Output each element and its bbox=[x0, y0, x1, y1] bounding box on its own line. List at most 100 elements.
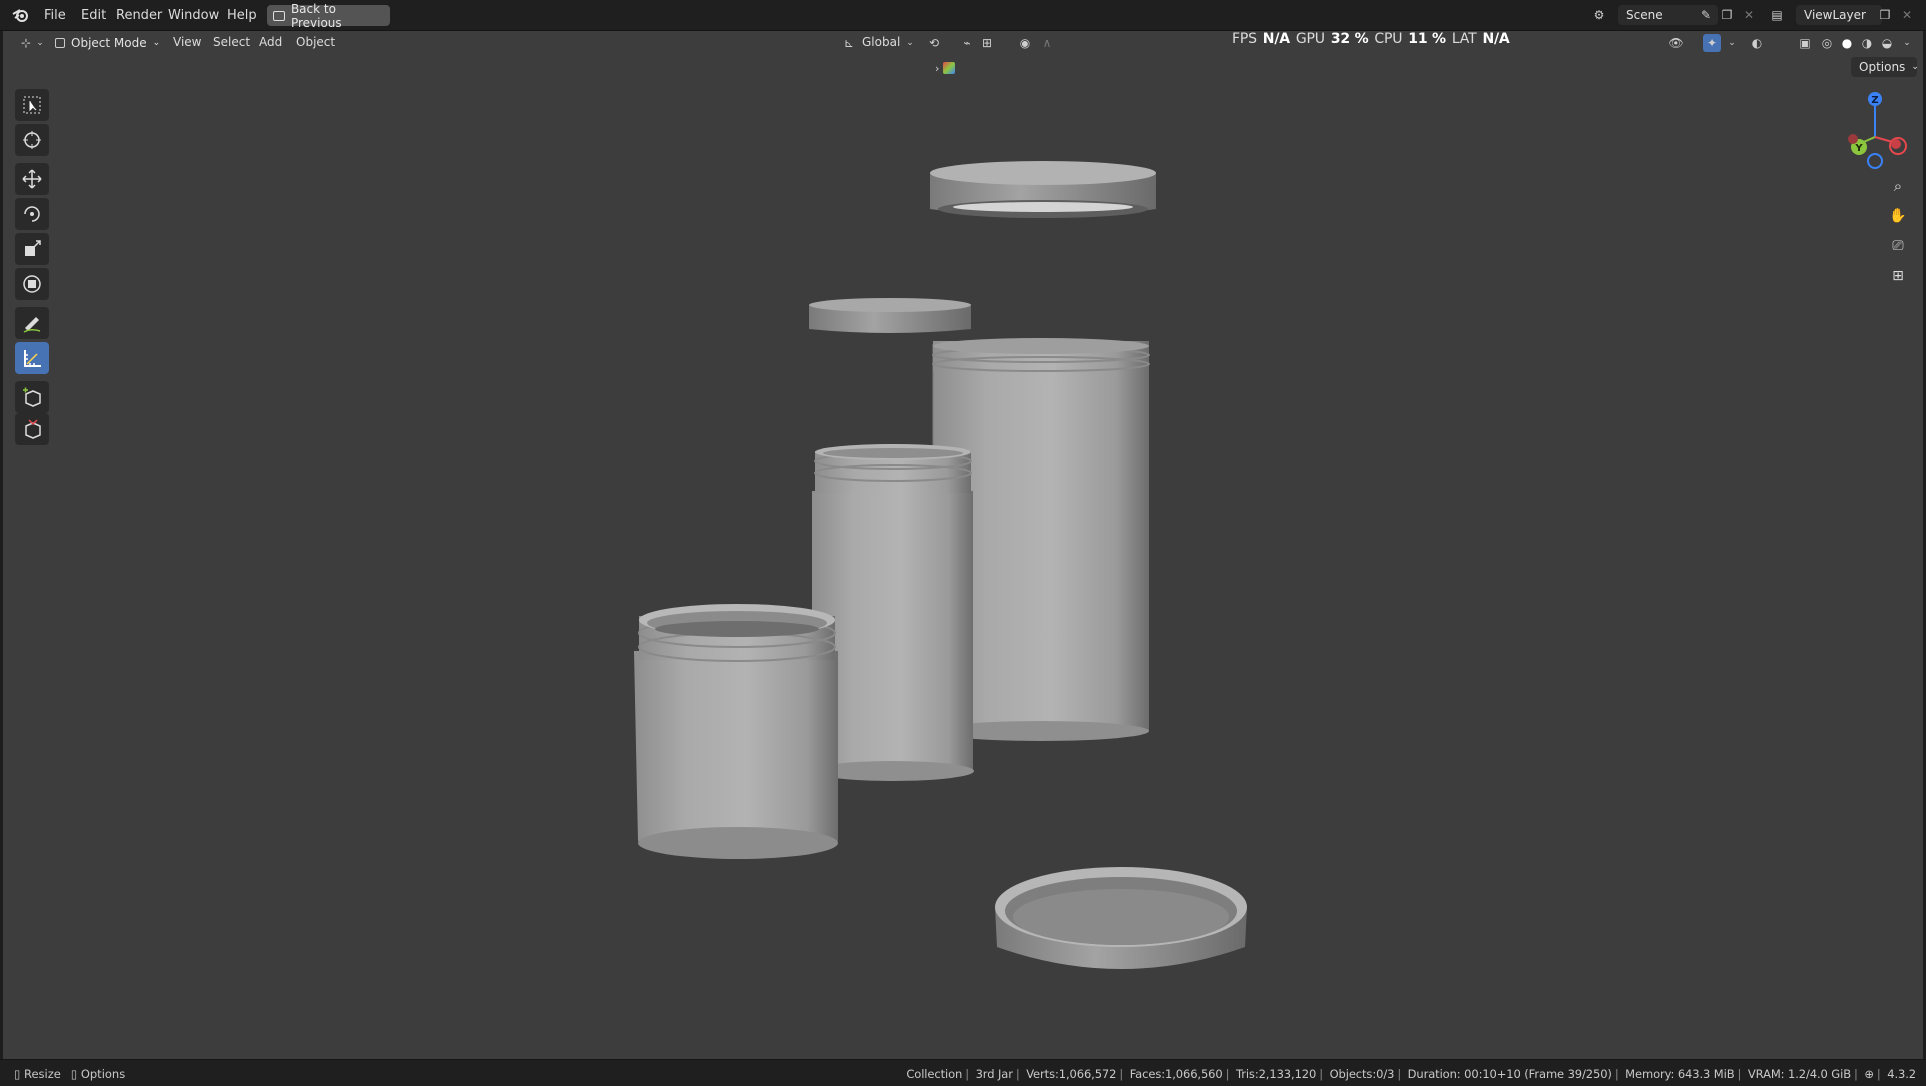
transform-tool[interactable] bbox=[15, 268, 49, 300]
object-mode-dropdown[interactable]: Object Mode ⌄ bbox=[51, 33, 163, 52]
chevron-down-icon[interactable]: ⌄ bbox=[1723, 34, 1741, 52]
wireframe-shading-icon[interactable]: ◎ bbox=[1818, 34, 1836, 52]
gizmo-toggle-icon[interactable]: ✦ bbox=[1703, 34, 1721, 52]
snap-icon[interactable]: ⌁ bbox=[958, 34, 976, 52]
cpu-label: CPU bbox=[1374, 31, 1403, 47]
back-to-previous-button[interactable]: Back to Previous bbox=[267, 2, 390, 30]
delete-scene-icon[interactable]: ✕ bbox=[1740, 6, 1758, 24]
back-to-previous-label: Back to Previous bbox=[290, 1, 342, 30]
cursor-tool[interactable] bbox=[15, 124, 49, 156]
snap-target-icon[interactable]: ⊞ bbox=[978, 34, 996, 52]
faces-count: Faces:1,066,560 bbox=[1129, 1067, 1223, 1081]
pivot-point-icon[interactable]: ⟲ bbox=[925, 34, 943, 52]
grid-icon: ⊞ bbox=[1892, 268, 1904, 284]
tall-lid[interactable] bbox=[930, 161, 1156, 218]
svg-text:Z: Z bbox=[1871, 95, 1878, 106]
menu-file[interactable]: File bbox=[38, 6, 72, 25]
collection-toggle[interactable]: › bbox=[935, 59, 967, 77]
rendered-shading-icon[interactable]: ◒ bbox=[1878, 34, 1896, 52]
small-jar[interactable] bbox=[634, 604, 838, 859]
menu-render[interactable]: Render bbox=[110, 6, 168, 25]
zoom-button[interactable]: ⌕ bbox=[1885, 173, 1911, 199]
move-tool[interactable] bbox=[15, 163, 49, 195]
menu-edit[interactable]: Edit bbox=[75, 6, 112, 25]
cpu-value: 11 % bbox=[1408, 31, 1446, 47]
mouse-icon: ▯ bbox=[14, 1067, 24, 1081]
material-shading-icon[interactable]: ◑ bbox=[1858, 34, 1876, 52]
solid-shading-icon[interactable]: ● bbox=[1838, 34, 1856, 52]
svg-text:Y: Y bbox=[1854, 143, 1863, 154]
view-layer-icon[interactable]: ▤ bbox=[1768, 6, 1786, 24]
options-hint: ▯ Options bbox=[70, 1067, 126, 1081]
proportional-edit-icon[interactable]: ◉ bbox=[1016, 34, 1034, 52]
options-dropdown[interactable]: Options ⌄ bbox=[1851, 57, 1919, 77]
select-box-tool[interactable] bbox=[15, 89, 49, 121]
tris-count: Tris:2,133,120 bbox=[1235, 1067, 1317, 1081]
camera-view-button[interactable]: ⎚ bbox=[1885, 233, 1911, 259]
performance-overlay: FPS N/A GPU 32 % CPU 11 % LAT N/A bbox=[1232, 31, 1510, 47]
transform-orientation-icon[interactable]: ⊾ bbox=[840, 34, 858, 52]
gpu-value: 32 % bbox=[1330, 31, 1369, 47]
pin-icon[interactable]: ✎ bbox=[1697, 6, 1715, 24]
add-cube-tool[interactable] bbox=[15, 381, 49, 413]
object-mode-icon bbox=[55, 37, 65, 48]
menu-window[interactable]: Window bbox=[162, 6, 225, 25]
chevron-down-icon: ⌄ bbox=[1911, 62, 1919, 72]
new-view-layer-icon[interactable]: ❐ bbox=[1876, 6, 1894, 24]
xray-icon[interactable]: ▣ bbox=[1796, 34, 1814, 52]
lat-label: LAT bbox=[1451, 31, 1477, 47]
pan-button[interactable]: ✋ bbox=[1885, 203, 1911, 229]
menu-add[interactable]: Add bbox=[259, 35, 282, 49]
fps-value: N/A bbox=[1262, 31, 1290, 47]
hand-icon: ✋ bbox=[1889, 208, 1907, 224]
scene-icon[interactable]: ⚙ bbox=[1590, 6, 1608, 24]
scene-render[interactable] bbox=[3, 31, 1923, 1059]
perspective-toggle-button[interactable]: ⊞ bbox=[1885, 263, 1911, 289]
menu-select[interactable]: Select bbox=[213, 35, 250, 49]
status-bar: ▯ Resize ▯ Options Collection | 3rd Jar | … bbox=[0, 1059, 1926, 1086]
rotate-tool[interactable] bbox=[15, 198, 49, 230]
chevron-down-icon[interactable]: ⌄ bbox=[31, 34, 49, 52]
menu-object[interactable]: Object bbox=[296, 35, 335, 49]
lat-value: N/A bbox=[1482, 31, 1510, 47]
chevron-right-icon: › bbox=[935, 61, 940, 75]
scene-name-label: Scene bbox=[1626, 8, 1663, 22]
menu-view[interactable]: View bbox=[173, 35, 201, 49]
visibility-icon[interactable]: 👁 bbox=[1667, 34, 1685, 52]
mouse-icon: ▯ bbox=[70, 1067, 81, 1081]
blender-version: 4.3.2 bbox=[1887, 1067, 1916, 1081]
object-mode-label: Object Mode bbox=[71, 35, 147, 50]
objects-count: Objects:0/3 bbox=[1329, 1067, 1395, 1081]
view-layer-field[interactable]: ViewLayer bbox=[1796, 5, 1882, 25]
measure-tool[interactable] bbox=[15, 342, 49, 374]
gpu-label: GPU bbox=[1295, 31, 1325, 47]
orientation-dropdown[interactable]: Global bbox=[862, 35, 900, 49]
extrude-tool[interactable] bbox=[15, 413, 49, 445]
chevron-down-icon: ⌄ bbox=[152, 37, 161, 48]
blender-logo-icon[interactable] bbox=[12, 7, 30, 23]
new-scene-icon[interactable]: ❐ bbox=[1718, 6, 1736, 24]
chevron-down-icon[interactable]: ⌄ bbox=[901, 34, 919, 52]
navigation-gizmo[interactable]: Z Y bbox=[1838, 89, 1918, 179]
falloff-icon[interactable]: ∧ bbox=[1038, 34, 1056, 52]
viewport-header: ⊹ ⌄ Object Mode ⌄ View Select Add Object… bbox=[3, 31, 1923, 54]
menu-help[interactable]: Help bbox=[221, 6, 263, 25]
annotate-icon bbox=[23, 317, 41, 333]
view-layer-label: ViewLayer bbox=[1804, 8, 1866, 22]
options-label: Options bbox=[1859, 60, 1906, 74]
overlays-icon[interactable]: ◐ bbox=[1748, 34, 1766, 52]
top-bar: File Edit Render Window Help Back to Pre… bbox=[0, 0, 1926, 31]
memory-usage: Memory: 643.3 MiB bbox=[1625, 1067, 1735, 1081]
globe-icon: ⊕ bbox=[1864, 1067, 1874, 1081]
annotate-tool[interactable] bbox=[15, 307, 49, 339]
active-object: 3rd Jar bbox=[975, 1067, 1013, 1081]
bottom-lid[interactable] bbox=[995, 867, 1247, 969]
3d-viewport[interactable]: ⊹ ⌄ Object Mode ⌄ View Select Add Object… bbox=[3, 31, 1923, 1059]
medium-lid[interactable] bbox=[809, 298, 971, 333]
delete-view-layer-icon[interactable]: ✕ bbox=[1898, 6, 1916, 24]
cursor-icon bbox=[23, 131, 41, 149]
scale-tool[interactable] bbox=[15, 233, 49, 265]
select-box-icon bbox=[23, 96, 41, 114]
chevron-down-icon[interactable]: ⌄ bbox=[1898, 34, 1916, 52]
add-cube-icon bbox=[23, 387, 41, 407]
